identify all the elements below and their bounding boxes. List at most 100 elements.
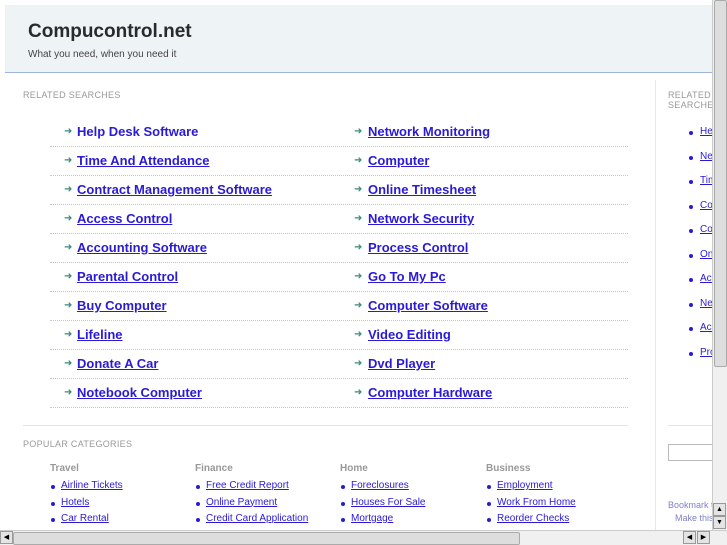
- sidebar-link[interactable]: Access Control: [700, 273, 712, 284]
- bullet-icon: [689, 351, 693, 356]
- popular-categories-heading: POPULAR CATEGORIES: [23, 439, 133, 449]
- related-link[interactable]: Time And Attendance: [77, 153, 209, 168]
- sidebar-link[interactable]: Computer: [700, 200, 712, 211]
- arrow-icon: ➜: [64, 387, 73, 398]
- related-link[interactable]: Contract Management Software: [77, 182, 272, 197]
- bullet-icon: [689, 302, 693, 307]
- related-link[interactable]: Computer Software: [368, 298, 488, 313]
- arrow-icon: ➜: [64, 358, 73, 369]
- arrow-icon: ➜: [64, 184, 73, 195]
- related-link[interactable]: Donate A Car: [77, 356, 158, 371]
- related-link[interactable]: Lifeline: [77, 327, 123, 342]
- sidebar-link[interactable]: Accounting Software: [700, 322, 712, 333]
- scroll-left-button[interactable]: ◀: [0, 531, 13, 544]
- arrow-icon: ➜: [64, 271, 73, 282]
- horizontal-scroll-thumb[interactable]: [13, 532, 520, 545]
- related-link[interactable]: Video Editing: [368, 327, 451, 342]
- related-link[interactable]: Go To My Pc: [368, 269, 446, 284]
- arrow-icon: ➜: [354, 184, 363, 195]
- bookmark-link[interactable]: Bookmark this page: [668, 500, 712, 510]
- related-link[interactable]: Buy Computer: [77, 298, 167, 313]
- bullet-icon: [689, 131, 693, 135]
- horizontal-scrollbar[interactable]: ◀ ◀ ▶: [0, 530, 727, 545]
- arrow-icon: ➜: [64, 300, 73, 311]
- related-link[interactable]: Network Security: [368, 211, 474, 226]
- vertical-scroll-thumb[interactable]: [714, 0, 727, 367]
- bullet-icon: [341, 501, 345, 506]
- related-link[interactable]: Parental Control: [77, 269, 178, 284]
- sidebar-search-input[interactable]: [668, 444, 712, 461]
- bullet-icon: [689, 229, 693, 233]
- bullet-icon: [689, 327, 693, 331]
- homepage-link[interactable]: Make this your homepage: [675, 513, 712, 523]
- category-heading: Business: [486, 463, 531, 474]
- category-heading: Finance: [195, 463, 233, 474]
- related-link[interactable]: Accounting Software: [77, 240, 207, 255]
- bullet-icon: [341, 518, 345, 522]
- category-heading: Home: [340, 463, 368, 474]
- bullet-icon: [689, 180, 693, 184]
- category-link[interactable]: Car Rental: [61, 513, 109, 524]
- vertical-scrollbar[interactable]: ▲ ▼: [712, 0, 727, 530]
- arrow-icon: ➜: [354, 358, 363, 369]
- scroll-left-button-2[interactable]: ◀: [683, 531, 696, 544]
- related-link[interactable]: Network Monitoring: [368, 124, 490, 139]
- related-link[interactable]: Dvd Player: [368, 356, 435, 371]
- related-link[interactable]: Computer Hardware: [368, 385, 492, 400]
- bullet-icon: [196, 518, 200, 522]
- sidebar-link[interactable]: Online Timesheet: [700, 249, 712, 260]
- arrow-icon: ➜: [354, 329, 363, 340]
- arrow-icon: ➜: [64, 155, 73, 166]
- arrow-icon: ➜: [64, 126, 73, 137]
- category-link[interactable]: Houses For Sale: [351, 497, 425, 508]
- category-heading: Travel: [50, 463, 79, 474]
- divider: [23, 425, 628, 426]
- category-link[interactable]: Credit Card Application: [206, 513, 308, 524]
- bullet-icon: [51, 501, 55, 506]
- site-title[interactable]: Compucontrol.net: [28, 21, 192, 43]
- sidebar-link[interactable]: Network Monitoring: [700, 151, 712, 162]
- sidebar-link[interactable]: Help Desk Software: [700, 126, 712, 137]
- sidebar-heading: RELATED SEARCHES: [668, 90, 712, 110]
- arrow-icon: ➜: [64, 242, 73, 253]
- category-link[interactable]: Work From Home: [497, 497, 576, 508]
- arrow-icon: ➜: [354, 387, 363, 398]
- related-row: [50, 321, 628, 350]
- related-link[interactable]: Notebook Computer: [77, 385, 202, 400]
- related-link[interactable]: Help Desk Software: [77, 124, 198, 139]
- sidebar-link[interactable]: Network Security: [700, 298, 712, 309]
- sidebar-link[interactable]: Time And Attendance: [700, 175, 712, 186]
- arrow-icon: ➜: [354, 126, 363, 137]
- bullet-icon: [196, 501, 200, 506]
- category-link[interactable]: Mortgage: [351, 513, 393, 524]
- category-link[interactable]: Foreclosures: [351, 480, 409, 491]
- site-tagline: What you need, when you need it: [28, 49, 177, 60]
- scroll-right-button[interactable]: ▶: [697, 531, 710, 544]
- related-link[interactable]: Online Timesheet: [368, 182, 476, 197]
- scroll-down-button[interactable]: ▼: [713, 516, 726, 529]
- arrow-icon: ➜: [354, 271, 363, 282]
- category-link[interactable]: Reorder Checks: [497, 513, 569, 524]
- bullet-icon: [51, 518, 55, 522]
- sidebar-link[interactable]: Contract Management Software: [700, 224, 712, 235]
- sidebar-link[interactable]: Process Control: [700, 347, 712, 358]
- arrow-icon: ➜: [64, 329, 73, 340]
- arrow-icon: ➜: [64, 213, 73, 224]
- category-link[interactable]: Employment: [497, 480, 553, 491]
- category-link[interactable]: Airline Tickets: [61, 480, 123, 491]
- related-link[interactable]: Computer: [368, 153, 429, 168]
- bullet-icon: [487, 518, 491, 522]
- category-link[interactable]: Online Payment: [206, 497, 277, 508]
- related-link[interactable]: Process Control: [368, 240, 468, 255]
- arrow-icon: ➜: [354, 213, 363, 224]
- bullet-icon: [487, 501, 491, 506]
- category-link[interactable]: Free Credit Report: [206, 480, 289, 491]
- bullet-icon: [196, 485, 200, 489]
- related-link[interactable]: Access Control: [77, 211, 172, 226]
- arrow-icon: ➜: [354, 300, 363, 311]
- scroll-up-button[interactable]: ▲: [713, 503, 726, 516]
- bullet-icon: [51, 485, 55, 489]
- bullet-icon: [689, 278, 693, 282]
- bullet-icon: [341, 485, 345, 489]
- category-link[interactable]: Hotels: [61, 497, 89, 508]
